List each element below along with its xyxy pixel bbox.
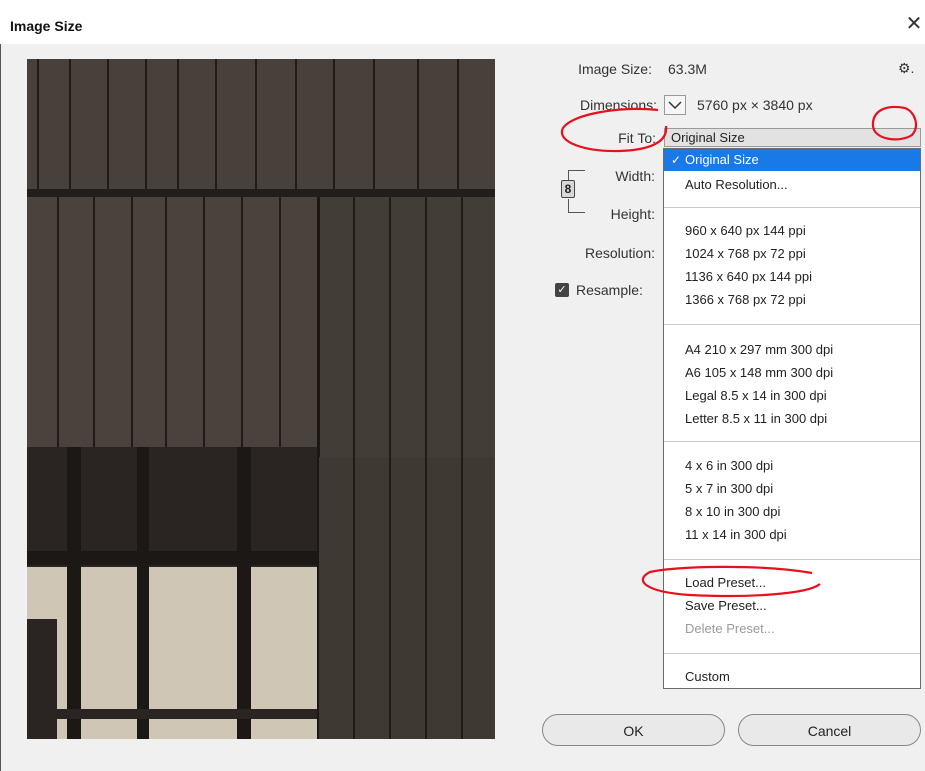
doorway xyxy=(27,447,317,739)
menu-item-preset[interactable]: 1366 x 768 px 72 ppi xyxy=(664,289,920,311)
image-size-value: 63.3M xyxy=(668,61,707,77)
menu-item-delete-preset: Delete Preset... xyxy=(685,621,775,636)
menu-item-auto-resolution[interactable]: Auto Resolution... xyxy=(664,174,920,196)
menu-item-preset[interactable]: 4 x 6 in 300 dpi xyxy=(664,455,920,477)
dialog-title: Image Size xyxy=(10,18,83,34)
image-size-label: Image Size: xyxy=(578,61,652,77)
image-preview[interactable] xyxy=(27,59,495,739)
checkmark-icon: ✓ xyxy=(671,153,682,167)
upper-planks xyxy=(27,59,495,197)
menu-separator xyxy=(664,441,920,442)
menu-separator xyxy=(664,559,920,560)
close-icon[interactable]: ✕ xyxy=(903,11,925,36)
resolution-label: Resolution: xyxy=(584,245,655,261)
barn-wood-photo xyxy=(27,59,495,739)
height-label: Height: xyxy=(610,206,655,222)
menu-item-preset[interactable]: Legal 8.5 x 14 in 300 dpi xyxy=(664,385,920,407)
menu-separator xyxy=(664,207,920,208)
menu-item-preset[interactable]: 5 x 7 in 300 dpi xyxy=(664,478,920,500)
menu-item-preset[interactable]: Letter 8.5 x 11 in 300 dpi xyxy=(664,408,920,430)
fit-to-dropdown-menu: ✓ Original Size Auto Resolution... 960 x… xyxy=(663,148,921,689)
menu-separator xyxy=(664,653,920,654)
width-label: Width: xyxy=(615,168,655,184)
menu-item-preset[interactable]: 1136 x 640 px 144 ppi xyxy=(664,266,920,288)
gear-icon[interactable]: ⚙. xyxy=(898,60,914,77)
menu-item-save-preset[interactable]: Save Preset... xyxy=(664,595,920,617)
dimensions-value: 5760 px × 3840 px xyxy=(697,97,813,113)
chevron-down-icon xyxy=(668,101,682,110)
menu-separator xyxy=(664,324,920,325)
menu-item-preset[interactable]: 1024 x 768 px 72 ppi xyxy=(664,243,920,265)
fit-to-label: Fit To: xyxy=(618,130,656,146)
ok-button[interactable]: OK xyxy=(542,714,725,746)
dimensions-label: Dimensions: xyxy=(579,97,657,113)
menu-item-load-preset[interactable]: Load Preset... xyxy=(664,572,920,594)
cancel-button[interactable]: Cancel xyxy=(738,714,921,746)
resample-label: Resample: xyxy=(576,282,643,298)
fit-to-select[interactable]: Original Size xyxy=(664,128,921,147)
menu-item-preset[interactable]: A6 105 x 148 mm 300 dpi xyxy=(664,362,920,384)
menu-item-preset[interactable]: 11 x 14 in 300 dpi xyxy=(664,524,920,546)
menu-item-preset[interactable]: 960 x 640 px 144 ppi xyxy=(664,220,920,242)
menu-item-original-size[interactable]: ✓ Original Size xyxy=(664,149,920,171)
menu-item-custom[interactable]: Custom xyxy=(664,666,920,688)
title-bar: Image Size ✕ xyxy=(0,0,925,44)
menu-item-preset[interactable]: 8 x 10 in 300 dpi xyxy=(664,501,920,523)
resample-checkbox[interactable]: ✓ xyxy=(555,283,569,297)
dimensions-unit-dropdown[interactable] xyxy=(664,95,686,115)
constrain-proportions-link-icon[interactable]: 8 xyxy=(561,180,575,198)
menu-item-preset[interactable]: A4 210 x 297 mm 300 dpi xyxy=(664,339,920,361)
